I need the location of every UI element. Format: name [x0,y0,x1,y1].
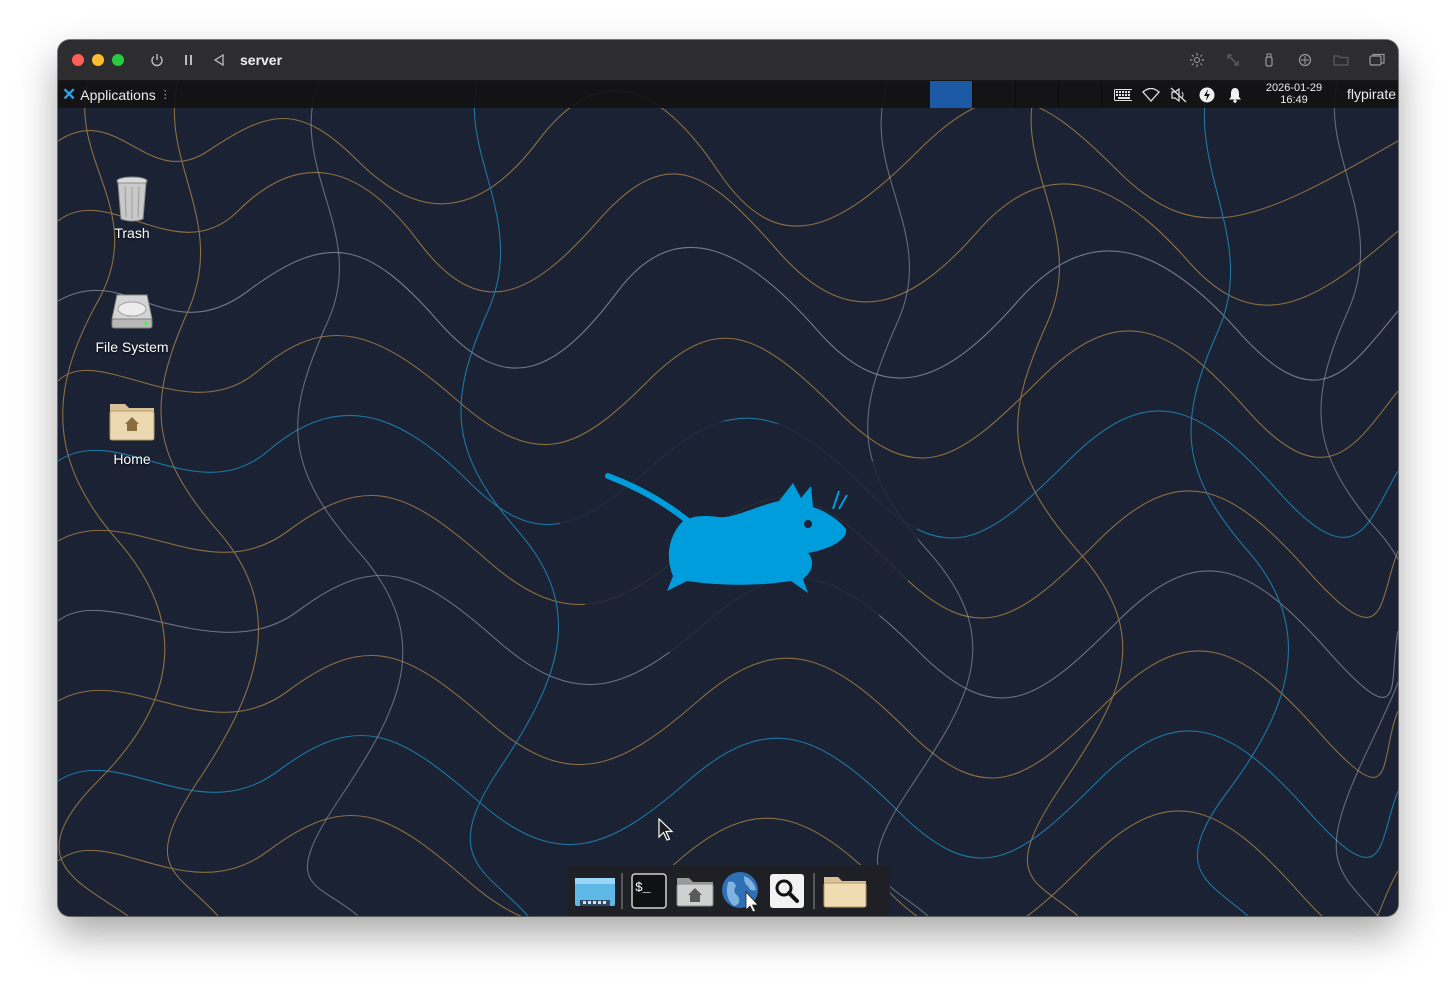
resize-icon[interactable] [1222,49,1244,71]
usb-icon[interactable] [1258,49,1280,71]
system-tray [1114,81,1244,108]
vm-title: server [240,52,283,68]
dock-separator [813,872,815,909]
vm-window: server ✕ Applications ⋮ 2026-01-29 16:49… [58,40,1398,916]
xfce-logo-icon: ✕ [62,84,77,104]
wifi-icon[interactable] [1142,86,1160,104]
drive-icon [107,287,157,337]
panel-grip-icon: ⋮ [159,89,171,101]
svg-text:$_: $_ [635,880,651,895]
workspace-switcher [930,81,1102,108]
top-panel: ✕ Applications ⋮ 2026-01-29 16:49 flypir… [58,81,1398,108]
notification-bell-icon[interactable] [1226,86,1244,104]
home-label: Home [113,451,151,467]
back-icon[interactable] [208,49,230,71]
mouse-cursor-icon [658,818,674,841]
windows-icon[interactable] [1366,49,1388,71]
brightness-icon[interactable] [1186,49,1208,71]
keyboard-icon[interactable] [1114,86,1132,104]
vm-titlebar: server [58,40,1398,81]
terminal-icon[interactable]: $_ [626,868,672,914]
power-manager-icon[interactable] [1198,86,1216,104]
share-icon[interactable] [1294,49,1316,71]
volume-muted-icon[interactable] [1170,86,1188,104]
close-button[interactable] [72,54,84,66]
workspace-1[interactable] [930,81,973,108]
minimize-button[interactable] [92,54,104,66]
clock-time: 16:49 [1280,94,1308,106]
show-desktop-icon[interactable] [572,868,618,914]
xfce-mouse-logo [605,473,848,593]
clock[interactable]: 2026-01-29 16:49 [1258,82,1330,106]
app-finder-icon[interactable] [764,868,810,914]
trash-label: Trash [114,225,150,241]
window-controls [72,54,124,66]
folder-icon[interactable] [1330,49,1352,71]
clock-date: 2026-01-29 [1265,82,1323,94]
desktop[interactable]: ✕ Applications ⋮ 2026-01-29 16:49 flypir… [58,81,1398,916]
desktop-icon-trash[interactable]: Trash [87,173,177,241]
bottom-dock: $_ [568,865,890,916]
workspace-2[interactable] [973,81,1016,108]
file-system-label: File System [95,339,169,355]
desktop-icon-home[interactable]: Home [87,399,177,467]
dock-separator [621,872,623,909]
applications-label: Applications [80,86,156,103]
files-icon[interactable] [818,868,872,914]
pause-icon[interactable] [178,49,200,71]
desktop-icon-file-system[interactable]: File System [87,287,177,355]
zoom-button[interactable] [112,54,124,66]
workspace-3[interactable] [1016,81,1059,108]
home-folder-icon [107,399,157,449]
user-menu[interactable]: flypirate [1347,86,1396,102]
vm-toolbar-right [1186,49,1388,71]
trash-icon [107,173,157,223]
web-browser-icon[interactable] [718,868,764,914]
home-folder-icon[interactable] [672,868,718,914]
power-icon[interactable] [146,49,168,71]
workspace-4[interactable] [1059,81,1102,108]
applications-menu-button[interactable]: ✕ Applications ⋮ [58,81,171,108]
